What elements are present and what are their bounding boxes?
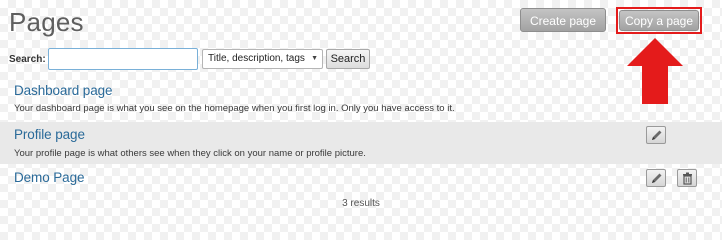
pencil-icon [652, 130, 662, 140]
page-description: Your dashboard page is what you see on t… [14, 103, 455, 114]
search-scope-value: Title, description, tags [208, 53, 305, 64]
copy-page-button[interactable]: Copy a page [619, 10, 699, 31]
search-input[interactable] [48, 48, 198, 70]
search-label: Search: [9, 54, 46, 65]
page-link[interactable]: Demo Page [14, 170, 84, 185]
page-list-item: Profile page Your profile page is what o… [0, 122, 722, 164]
page-list-item: Demo Page [0, 166, 722, 190]
chevron-down-icon: ▼ [311, 55, 318, 62]
pencil-icon [652, 173, 662, 183]
page-title: Pages [9, 7, 84, 37]
search-scope-select[interactable]: Title, description, tags ▼ [202, 49, 323, 69]
trash-icon [683, 172, 692, 185]
search-button[interactable]: Search [326, 49, 370, 69]
edit-page-button[interactable] [646, 169, 666, 187]
page-list-item: Dashboard page Your dashboard page is wh… [0, 80, 722, 120]
edit-page-button[interactable] [646, 126, 666, 144]
create-page-button[interactable]: Create page [520, 8, 606, 32]
page-link[interactable]: Dashboard page [14, 83, 113, 98]
page-description: Your profile page is what others see whe… [14, 148, 366, 159]
delete-page-button[interactable] [677, 169, 697, 187]
page-link[interactable]: Profile page [14, 127, 85, 142]
results-count: 3 results [342, 198, 380, 209]
